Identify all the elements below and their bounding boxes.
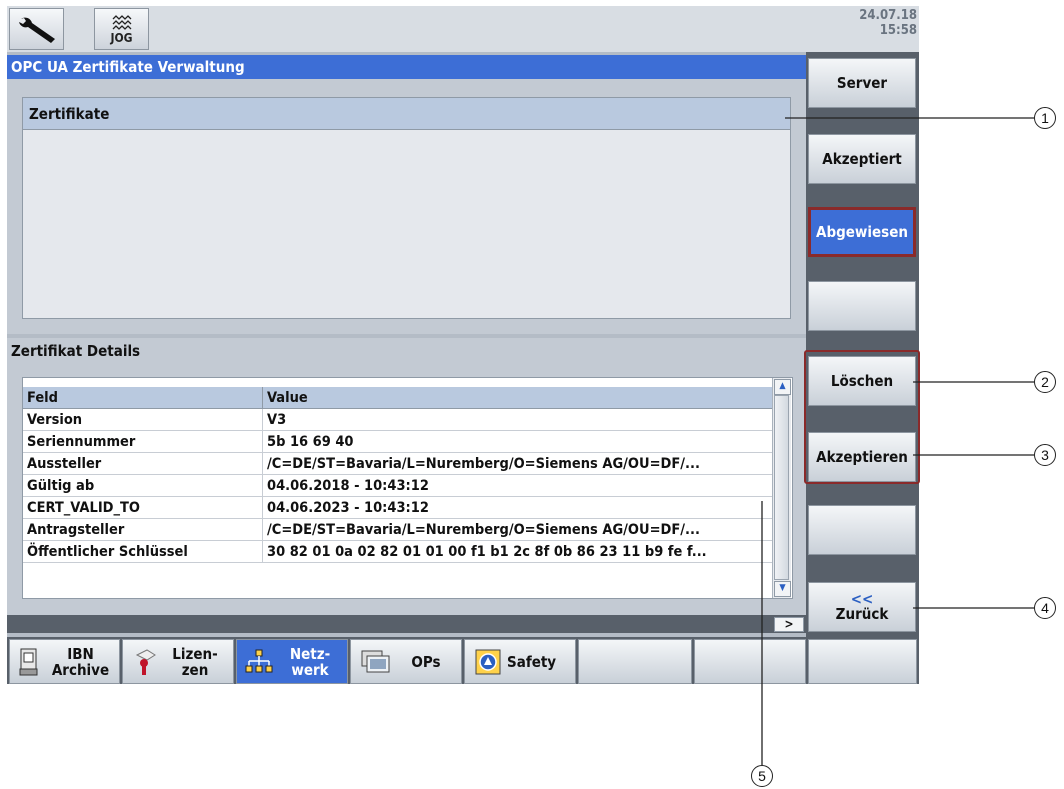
callout-5: 5: [751, 765, 773, 787]
callout-lines: [761, 117, 1034, 765]
callout-1: 1: [1034, 107, 1056, 129]
callout-4: 4: [1034, 597, 1056, 619]
callout-2: 2: [1034, 371, 1056, 393]
callout-3: 3: [1034, 444, 1056, 466]
